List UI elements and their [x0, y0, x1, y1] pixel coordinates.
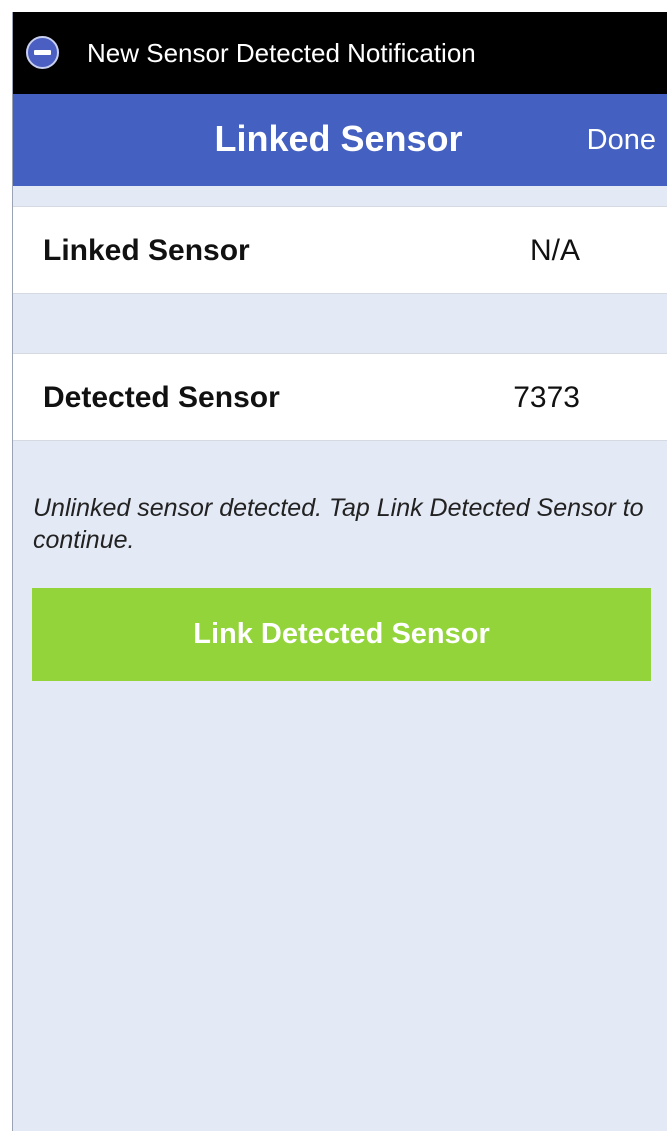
notification-text: New Sensor Detected Notification: [87, 38, 476, 68]
minus-circle-icon: [26, 36, 59, 69]
linked-sensor-row: Linked Sensor N/A: [13, 206, 667, 294]
nav-bar: Linked Sensor Done: [13, 94, 667, 186]
link-detected-sensor-button[interactable]: Link Detected Sensor: [32, 588, 651, 681]
sensor-screen: New Sensor Detected Notification Linked …: [12, 12, 667, 1131]
page-title: Linked Sensor: [214, 118, 463, 159]
linked-sensor-value: N/A: [529, 234, 580, 267]
detected-sensor-value: 7373: [513, 381, 580, 414]
detected-sensor-label: Detected Sensor: [43, 381, 280, 414]
hint-text: Unlinked sensor detected. Tap Link Detec…: [33, 494, 644, 554]
linked-sensor-label: Linked Sensor: [43, 234, 250, 267]
done-button[interactable]: Done: [587, 94, 656, 186]
notification-bar[interactable]: New Sensor Detected Notification: [13, 12, 667, 94]
detected-sensor-row: Detected Sensor 7373: [13, 353, 667, 441]
